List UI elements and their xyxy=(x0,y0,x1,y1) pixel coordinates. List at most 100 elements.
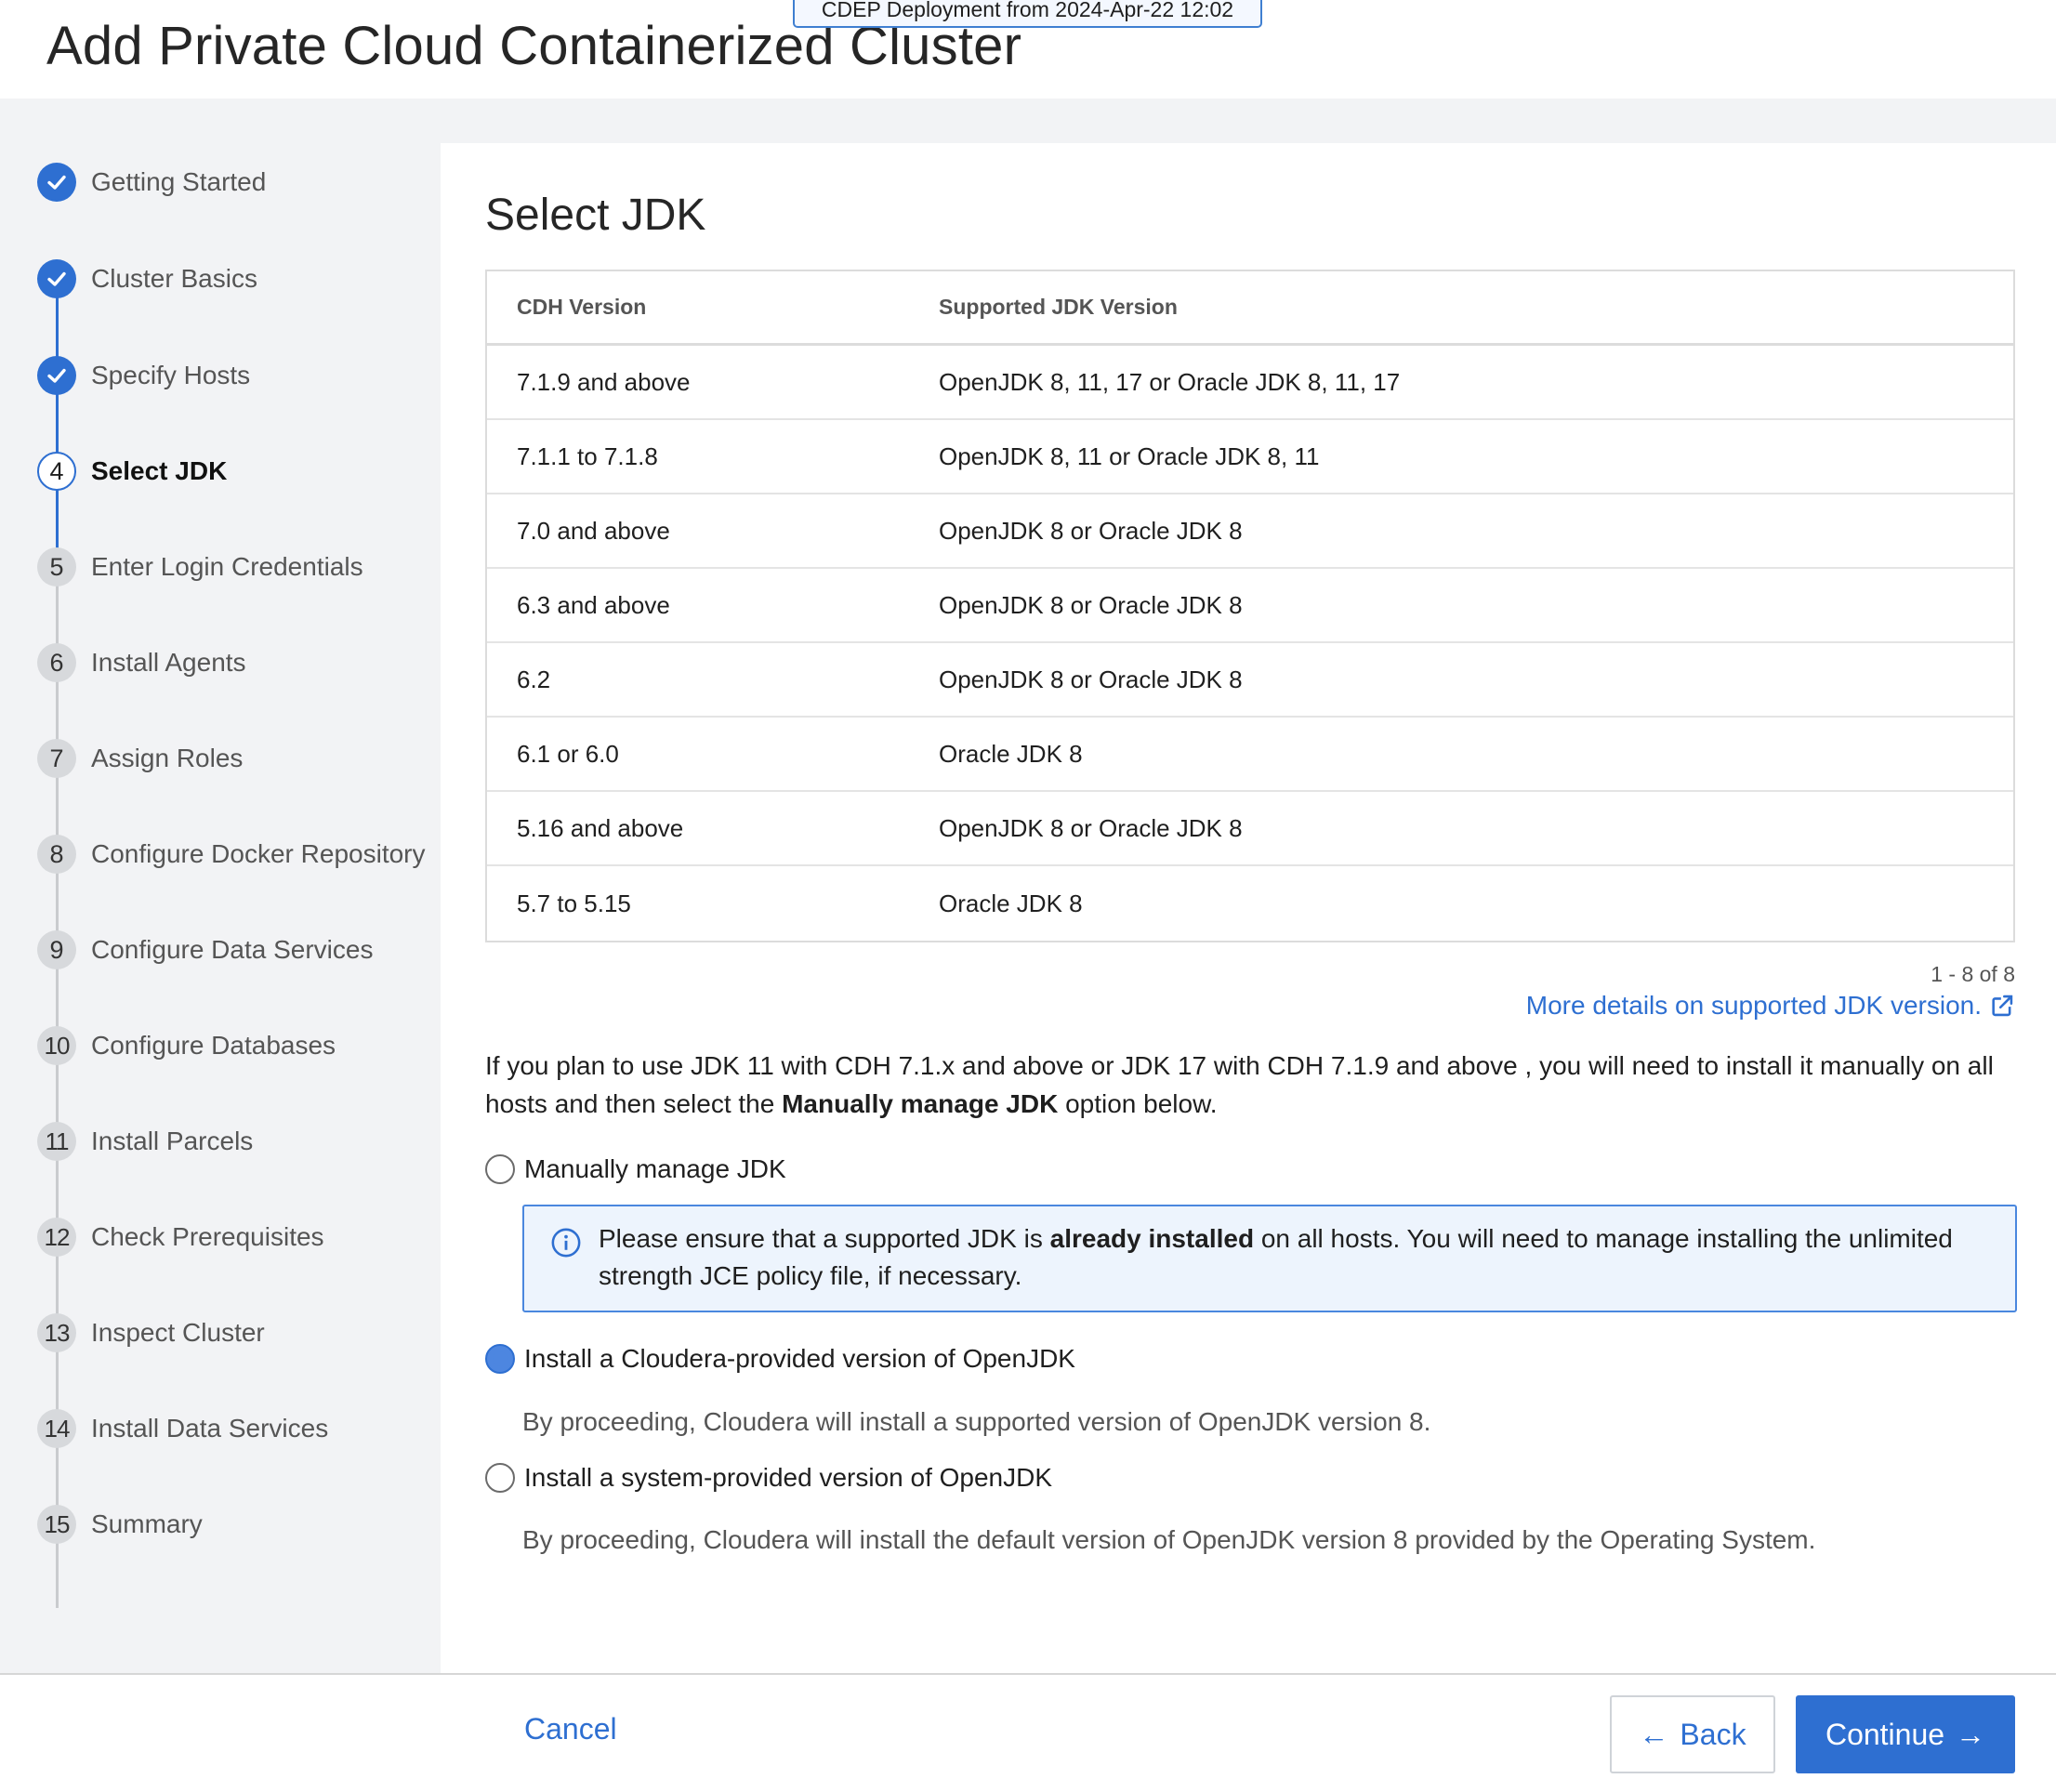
step-label: Summary xyxy=(91,1509,203,1538)
step-number: 15 xyxy=(37,1505,76,1544)
step-label: Configure Data Services xyxy=(91,935,374,964)
step-install-agents[interactable]: 6 Install Agents xyxy=(37,642,437,683)
wizard-footer: Cancel ← Back Continue → xyxy=(0,1673,2056,1792)
step-label: Install Agents xyxy=(91,648,246,677)
step-number: 14 xyxy=(37,1409,76,1448)
step-number: 12 xyxy=(37,1218,76,1257)
step-enter-login-credentials[interactable]: 5 Enter Login Credentials xyxy=(37,547,437,587)
cell-supported-jdk: Oracle JDK 8 xyxy=(939,739,1083,768)
back-button[interactable]: ← Back xyxy=(1610,1695,1775,1773)
option-label: Install a system-provided version of Ope… xyxy=(524,1463,1053,1492)
step-install-parcels[interactable]: 11 Install Parcels xyxy=(37,1121,437,1162)
option-system-openjdk[interactable]: Install a system-provided version of Ope… xyxy=(485,1463,1052,1493)
step-select-jdk[interactable]: 4 Select JDK xyxy=(37,451,437,492)
step-label: Check Prerequisites xyxy=(91,1222,324,1251)
external-link-icon xyxy=(1992,995,2013,1017)
radio-system-openjdk[interactable] xyxy=(485,1463,515,1493)
table-row: 6.1 or 6.0 Oracle JDK 8 xyxy=(487,718,2013,792)
jdk-compatibility-table: CDH Version Supported JDK Version 7.1.9 … xyxy=(485,270,2015,942)
option-label: Install a Cloudera-provided version of O… xyxy=(524,1344,1075,1373)
step-label: Assign Roles xyxy=(91,744,244,772)
step-getting-started[interactable]: Getting Started xyxy=(37,162,437,203)
cell-supported-jdk: OpenJDK 8 or Oracle JDK 8 xyxy=(939,590,1243,619)
step-configure-databases[interactable]: 10 Configure Databases xyxy=(37,1025,437,1066)
step-summary[interactable]: 15 Summary xyxy=(37,1504,437,1545)
wizard-steps-sidebar: Getting Started Cluster Basics Specify H… xyxy=(0,99,441,1673)
cell-cdh-version: 7.0 and above xyxy=(517,516,670,545)
cell-supported-jdk: OpenJDK 8, 11 or Oracle JDK 8, 11 xyxy=(939,441,1320,470)
step-label: Enter Login Credentials xyxy=(91,552,363,581)
cell-supported-jdk: OpenJDK 8 or Oracle JDK 8 xyxy=(939,516,1243,545)
step-number: 7 xyxy=(37,739,76,778)
step-label: Inspect Cluster xyxy=(91,1318,265,1347)
table-row: 6.3 and above OpenJDK 8 or Oracle JDK 8 xyxy=(487,569,2013,643)
step-label: Getting Started xyxy=(91,167,267,196)
table-row: 5.7 to 5.15 Oracle JDK 8 xyxy=(487,866,2013,941)
option-description: By proceeding, Cloudera will install the… xyxy=(522,1525,1816,1554)
arrow-left-icon: ← xyxy=(1639,1717,1669,1751)
cell-supported-jdk: OpenJDK 8, 11, 17 or Oracle JDK 8, 11, 1… xyxy=(939,367,1401,396)
step-configure-data-services[interactable]: 9 Configure Data Services xyxy=(37,929,437,970)
check-circle-icon xyxy=(37,163,76,202)
step-label: Configure Databases xyxy=(91,1031,336,1060)
column-header-supported-jdk: Supported JDK Version xyxy=(939,295,1178,319)
more-details-jdk-link[interactable]: More details on supported JDK version. xyxy=(1526,991,2015,1021)
jdk-install-info-alert: Please ensure that a supported JDK is al… xyxy=(522,1205,2017,1312)
step-specify-hosts[interactable]: Specify Hosts xyxy=(37,355,437,396)
alert-message: Please ensure that a supported JDK is al… xyxy=(599,1220,1993,1295)
step-configure-docker-repository[interactable]: 8 Configure Docker Repository xyxy=(37,834,437,875)
cell-cdh-version: 7.1.1 to 7.1.8 xyxy=(517,441,658,470)
step-number: 11 xyxy=(37,1122,76,1161)
step-label: Install Data Services xyxy=(91,1414,329,1443)
more-details-link-text: More details on supported JDK version. xyxy=(1525,991,1982,1020)
step-label: Cluster Basics xyxy=(91,264,257,293)
table-header-row: CDH Version Supported JDK Version xyxy=(487,271,2013,346)
step-label: Specify Hosts xyxy=(91,361,251,389)
guidance-text-bold: Manually manage JDK xyxy=(782,1089,1059,1118)
step-number: 8 xyxy=(37,835,76,874)
cancel-button[interactable]: Cancel xyxy=(524,1712,617,1746)
cell-cdh-version: 5.16 and above xyxy=(517,813,684,842)
step-check-prerequisites[interactable]: 12 Check Prerequisites xyxy=(37,1217,437,1258)
page-header: Add Private Cloud Containerized Cluster … xyxy=(0,0,2056,99)
cell-cdh-version: 5.7 to 5.15 xyxy=(517,889,631,917)
step-assign-roles[interactable]: 7 Assign Roles xyxy=(37,738,437,779)
step-number: 13 xyxy=(37,1313,76,1352)
table-row: 5.16 and above OpenJDK 8 or Oracle JDK 8 xyxy=(487,792,2013,866)
table-row: 7.1.9 and above OpenJDK 8, 11, 17 or Ora… xyxy=(487,346,2013,420)
table-row: 7.0 and above OpenJDK 8 or Oracle JDK 8 xyxy=(487,494,2013,569)
cell-cdh-version: 6.2 xyxy=(517,665,551,693)
step-number: 10 xyxy=(37,1026,76,1065)
radio-cloudera-openjdk[interactable] xyxy=(485,1344,515,1374)
content-top-band xyxy=(441,99,2056,143)
continue-button-label: Continue xyxy=(1825,1717,1945,1751)
step-inspect-cluster[interactable]: 13 Inspect Cluster xyxy=(37,1312,437,1353)
step-label: Install Parcels xyxy=(91,1127,254,1155)
table-row: 6.2 OpenJDK 8 or Oracle JDK 8 xyxy=(487,643,2013,718)
radio-manual-jdk[interactable] xyxy=(485,1154,515,1184)
step-connector-line-completed xyxy=(56,260,59,550)
cell-cdh-version: 7.1.9 and above xyxy=(517,367,691,396)
back-button-label: Back xyxy=(1680,1717,1746,1751)
section-title: Select JDK xyxy=(485,191,706,240)
step-cluster-basics[interactable]: Cluster Basics xyxy=(37,258,437,299)
alert-text-bold: already installed xyxy=(1049,1224,1255,1253)
cell-cdh-version: 6.3 and above xyxy=(517,590,670,619)
cell-supported-jdk: OpenJDK 8 or Oracle JDK 8 xyxy=(939,813,1243,842)
column-header-cdh-version: CDH Version xyxy=(517,295,647,319)
step-install-data-services[interactable]: 14 Install Data Services xyxy=(37,1408,437,1449)
option-label: Manually manage JDK xyxy=(524,1154,786,1183)
option-description: By proceeding, Cloudera will install a s… xyxy=(522,1407,1431,1436)
check-circle-icon xyxy=(37,356,76,395)
option-cloudera-openjdk[interactable]: Install a Cloudera-provided version of O… xyxy=(485,1344,1075,1374)
step-number: 5 xyxy=(37,547,76,586)
deployment-badge: CDEP Deployment from 2024-Apr-22 12:02 xyxy=(793,0,1262,28)
main-content: Select JDK CDH Version Supported JDK Ver… xyxy=(441,143,2056,1673)
step-number: 9 xyxy=(37,930,76,969)
continue-button[interactable]: Continue → xyxy=(1796,1695,2015,1773)
cell-supported-jdk: Oracle JDK 8 xyxy=(939,889,1083,917)
step-label: Select JDK xyxy=(91,456,228,485)
check-circle-icon xyxy=(37,259,76,298)
option-manually-manage-jdk[interactable]: Manually manage JDK xyxy=(485,1154,786,1184)
guidance-text-part1: If you plan to use JDK 11 with CDH 7.1.x… xyxy=(485,1051,1994,1118)
